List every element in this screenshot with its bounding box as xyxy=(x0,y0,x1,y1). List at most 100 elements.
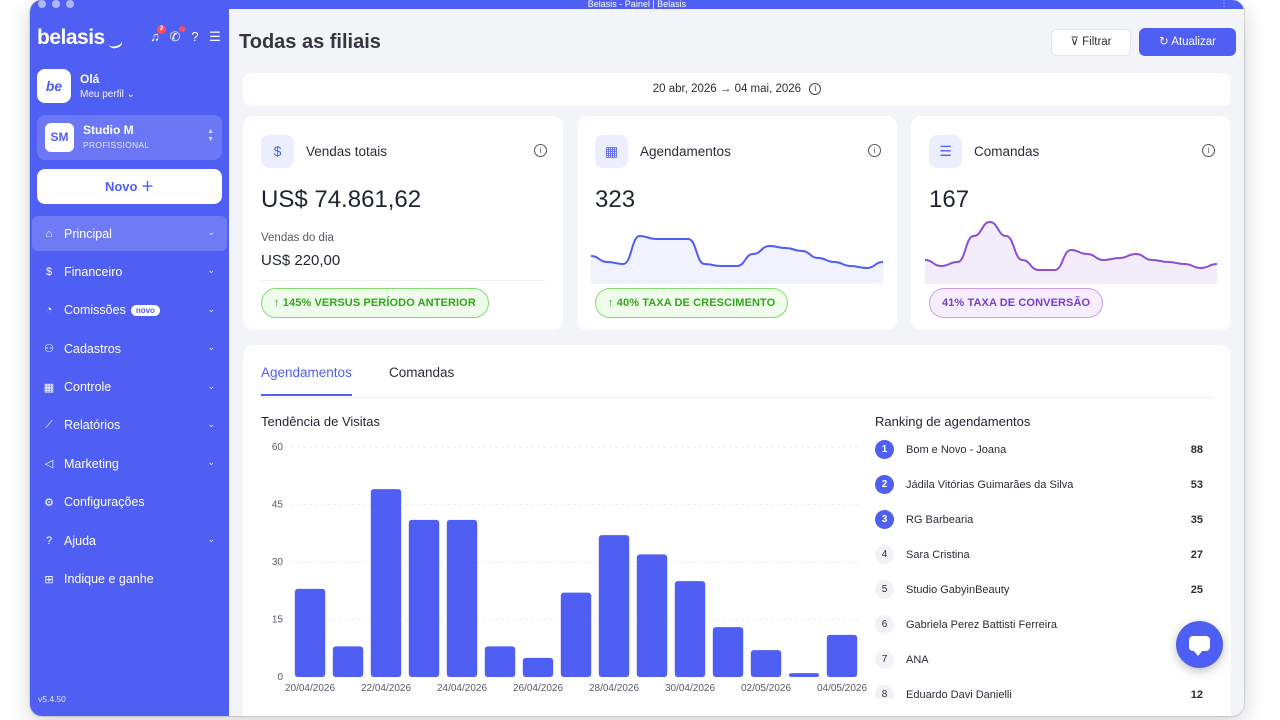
chevron-down-icon: ⌄ xyxy=(207,265,215,276)
sidebar-item-marketing[interactable]: ◁ Marketing ⌄ xyxy=(32,446,227,481)
bar[interactable] xyxy=(484,646,516,677)
list-item: 3 RG Barbearia 35 xyxy=(875,509,1203,544)
sidebar-item-label: Relatórios xyxy=(64,418,121,433)
bar[interactable] xyxy=(598,535,630,677)
help-circle-icon[interactable]: ? xyxy=(187,29,203,45)
sidebar-item-cadastros[interactable]: ⚇ Cadastros ⌄ xyxy=(32,331,227,366)
sidebar-item-label: Financeiro xyxy=(64,264,123,279)
list-item: 4 Sara Cristina 27 xyxy=(875,544,1203,579)
sidebar-item-indique-e-ganhe[interactable]: ⊞ Indique e ganhe xyxy=(32,562,227,597)
calendar-icon: ▦ xyxy=(595,135,628,168)
list-item: 7 ANA xyxy=(875,649,1203,684)
sidebar-item-principal[interactable]: ⌂ Principal ⌄ xyxy=(32,216,227,251)
chevron-down-icon: ⌄ xyxy=(207,342,215,353)
bar[interactable] xyxy=(294,588,326,677)
chevron-down-icon: ⌄ xyxy=(207,227,215,237)
whatsapp-icon[interactable]: ✆ xyxy=(167,26,185,45)
rank-name: Sara Cristina xyxy=(906,549,970,561)
chevron-up-down-icon: ▲ ▼ xyxy=(207,128,214,143)
x-tick-label: 24/04/2026 xyxy=(437,683,487,694)
info-icon[interactable]: i xyxy=(1202,144,1215,157)
studio-selector[interactable]: SM Studio M PROFISSIONAL ▲ ▼ xyxy=(37,115,222,160)
collapse-menu-icon[interactable]: ☰ xyxy=(207,29,223,45)
app-version: v5.4.50 xyxy=(38,694,66,704)
sidebar-item-relat-rios[interactable]: ⟋ Relatórios ⌄ xyxy=(32,408,227,443)
my-profile-link[interactable]: Meu perfil ⌄ xyxy=(80,89,135,100)
y-tick-label: 15 xyxy=(272,615,284,626)
x-tick-label: 26/04/2026 xyxy=(513,683,563,694)
logo[interactable]: belasis xyxy=(37,26,105,50)
sidebar-item-comiss-es[interactable]: ◔ Comissões novo ⌄ xyxy=(32,293,227,328)
rank-number: 5 xyxy=(875,580,894,599)
minimize-window-button[interactable] xyxy=(52,0,60,8)
new-button[interactable]: Novo ＋ xyxy=(37,169,222,204)
bar[interactable] xyxy=(826,634,858,677)
x-tick-label: 30/04/2026 xyxy=(665,683,715,694)
sidebar-item-controle[interactable]: ▦ Controle ⌄ xyxy=(32,370,227,405)
logo-swoosh xyxy=(108,40,124,50)
sidebar-item-configura-es[interactable]: ⚙ Configurações xyxy=(32,485,227,520)
sidebar-item-label: Cadastros xyxy=(64,341,121,356)
bar[interactable] xyxy=(636,554,668,677)
tab-agendamentos[interactable]: Agendamentos xyxy=(261,365,352,396)
bar[interactable] xyxy=(712,627,744,677)
bar[interactable] xyxy=(674,581,706,677)
date-range-picker[interactable]: 20 abr, 2026 → 04 mai, 2026 i xyxy=(243,73,1231,106)
divider xyxy=(261,280,545,281)
more-icon[interactable]: ⋮ xyxy=(1220,0,1228,8)
daily-sales-value: US$ 220,00 xyxy=(261,252,341,269)
bar[interactable] xyxy=(750,650,782,677)
rank-number: 6 xyxy=(875,615,894,634)
rank-value: 27 xyxy=(1190,549,1203,561)
tab-comandas[interactable]: Comandas xyxy=(389,365,454,396)
bar[interactable] xyxy=(332,646,364,677)
chevron-down-icon: ⌄ xyxy=(207,534,215,545)
list-item: 1 Bom e Novo - Joana 88 xyxy=(875,439,1203,474)
bar[interactable] xyxy=(560,592,592,677)
sidebar-item-label: Configurações xyxy=(64,495,145,510)
dollar-icon: $ xyxy=(45,265,53,278)
gear-icon: ⚙ xyxy=(44,496,54,509)
sidebar-item-ajuda[interactable]: ? Ajuda ⌄ xyxy=(32,523,227,558)
info-icon[interactable]: i xyxy=(809,82,822,95)
conversion-badge: 41% TAXA DE CONVERSÃO xyxy=(929,288,1104,318)
ranking-list: 1 Bom e Novo - Joana 88 2 Jádila Vitórias Gu… xyxy=(875,439,1203,699)
refresh-button[interactable]: ↻ Atualizar xyxy=(1139,28,1236,56)
rank-name: Gabriela Perez Battisti Ferreira xyxy=(906,619,1057,631)
bell-icon[interactable]: ♫ 2 xyxy=(147,25,166,45)
close-window-button[interactable] xyxy=(38,0,46,8)
sidebar-item-financeiro[interactable]: $ Financeiro ⌄ xyxy=(32,254,227,289)
home-icon: ⌂ xyxy=(45,227,53,240)
ranking-title: Ranking de agendamentos xyxy=(875,414,1031,429)
growth-badge: ↑ 40% TAXA DE CRESCIMENTO xyxy=(595,288,789,318)
bar[interactable] xyxy=(522,657,554,677)
info-icon[interactable]: i xyxy=(534,144,547,157)
bar[interactable] xyxy=(446,519,478,677)
chat-button[interactable] xyxy=(1176,621,1223,668)
studio-avatar: SM xyxy=(45,123,74,152)
bar[interactable] xyxy=(408,519,440,677)
rank-value: 25 xyxy=(1190,584,1203,596)
list-item: 2 Jádila Vitórias Guimarães da Silva 53 xyxy=(875,474,1203,509)
filter-button-label: Filtrar xyxy=(1082,36,1112,48)
info-icon[interactable]: i xyxy=(868,144,881,157)
rank-number: 3 xyxy=(875,510,894,529)
list-item: 5 Studio GabyinBeauty 25 xyxy=(875,579,1203,614)
greeting: Olá xyxy=(80,72,100,86)
sidebar-header: belasis ♫ 2 ✆ ? ☰ xyxy=(37,25,223,52)
chart-icon: ⟋ xyxy=(45,418,53,431)
y-tick-label: 45 xyxy=(272,500,284,511)
appointments-card: ▦ Agendamentos i 323 ↑ 40% TAXA DE CRESC… xyxy=(577,116,897,330)
rank-number: 1 xyxy=(875,440,894,459)
bar[interactable] xyxy=(788,673,820,677)
card-title: Agendamentos xyxy=(640,144,731,159)
help-icon: ? xyxy=(45,534,53,547)
card-value: US$ 74.861,62 xyxy=(261,186,422,213)
rank-name: Jádila Vitórias Guimarães da Silva xyxy=(906,479,1074,491)
avatar: be xyxy=(37,69,71,103)
profile[interactable]: be Olá Meu perfil ⌄ xyxy=(37,69,222,105)
bar[interactable] xyxy=(370,489,402,677)
filter-button[interactable]: ⊽ Filtrar xyxy=(1051,29,1131,56)
x-tick-label: 20/04/2026 xyxy=(285,683,335,694)
zoom-window-button[interactable] xyxy=(66,0,74,8)
